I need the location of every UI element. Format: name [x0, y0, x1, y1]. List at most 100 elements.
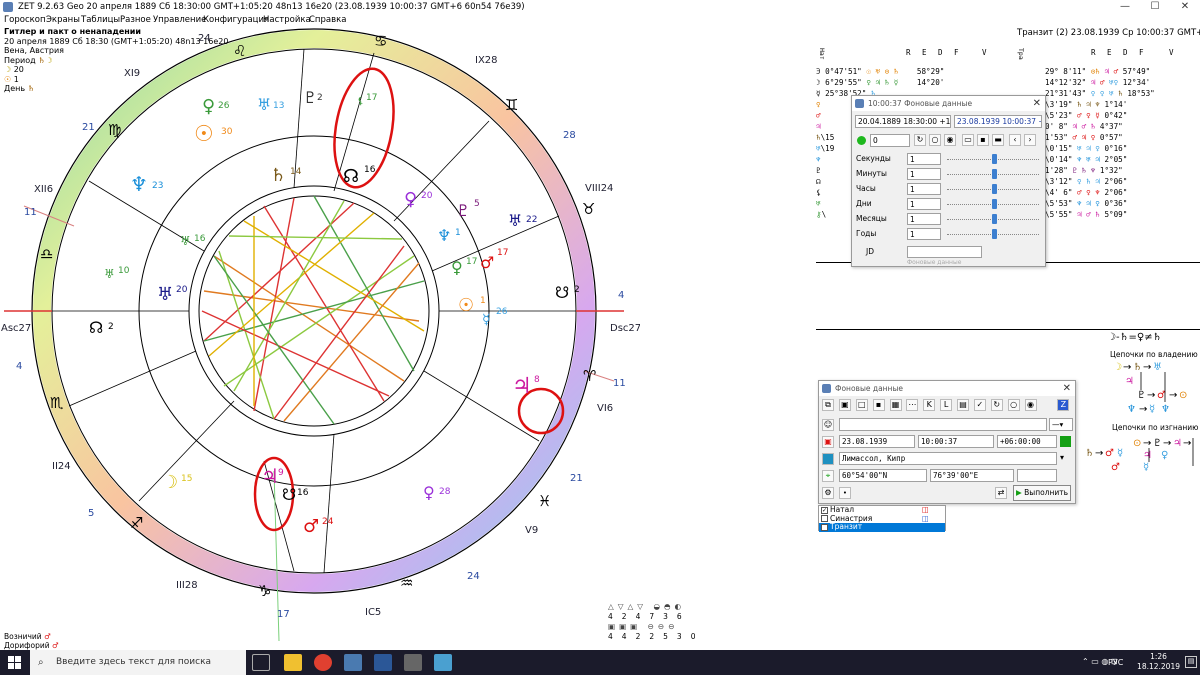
settings-icon[interactable]: ⚙ [822, 487, 834, 499]
k-icon[interactable]: K [923, 399, 936, 411]
table-row[interactable]: \4' 6" ♂ ♀ ♆ 2°06" [1045, 187, 1200, 198]
menu-horoscope[interactable]: Гороскоп [4, 14, 46, 27]
table-row[interactable]: \3'12" ♀ ♄ ♃ 2°06" [1045, 176, 1200, 187]
swap-icon[interactable]: ⇄ [995, 487, 1007, 499]
slider-thumb[interactable] [992, 184, 997, 194]
checkbox[interactable]: ✓ [821, 506, 828, 514]
time-window-titlebar[interactable]: 10:00:37 Фоновые данные ✕ [852, 96, 1045, 111]
radio-icon[interactable]: ◉ [1024, 399, 1037, 411]
dotted-icon[interactable]: ⋯ [906, 399, 919, 411]
extra-field[interactable] [1017, 469, 1057, 482]
close-button[interactable]: ✕ [1170, 0, 1200, 14]
menu-help[interactable]: Справка [309, 14, 346, 27]
latitude-field[interactable]: 60°54'00"N [839, 469, 927, 482]
person-icon[interactable]: ☺ [822, 419, 834, 431]
next-icon[interactable]: › [1024, 134, 1036, 146]
word-icon[interactable] [374, 654, 392, 671]
table-row[interactable]: 1'53" ♂ ♃ ♀ 0°57" [1045, 132, 1200, 143]
taskbar-search-input[interactable]: ⌕ Введите здесь текст для поиска [30, 650, 246, 675]
table-row[interactable]: 29° 8'11" ⊙♄ ♃ ♂ 57°49" [1045, 66, 1200, 77]
menu-screens[interactable]: Экраны [46, 14, 80, 27]
years-field[interactable]: 1 [907, 228, 941, 240]
table-row[interactable]: \5'23" ♂ ♀ ☿ 0°42" [1045, 110, 1200, 121]
table-row[interactable]: \0'15" ♅ ♃ ♀ 0°16" [1045, 143, 1200, 154]
prev-icon[interactable]: ‹ [1009, 134, 1021, 146]
background-data-window[interactable]: Фоновые данные ✕ ⧉ ▣ □ ▪ ▦ ⋯ K L ▤ ✓ ↻ ○… [818, 380, 1076, 504]
place-field[interactable]: Лимассол, Кипр [839, 452, 1057, 465]
bg-window-titlebar[interactable]: Фоновые данные ✕ [819, 381, 1075, 396]
task-view-icon[interactable] [252, 654, 270, 671]
dot-button[interactable]: • [839, 487, 851, 499]
date-icon[interactable]: ▣ [822, 436, 834, 448]
list-item-transit[interactable]: ✓ Транзит [819, 522, 945, 532]
map-icon[interactable] [822, 453, 834, 465]
new-icon[interactable]: □ [855, 399, 868, 411]
clock[interactable]: 1:26 18.12.2019 [1137, 652, 1180, 672]
counter-field[interactable]: 0 [870, 134, 910, 147]
calculator-icon[interactable] [404, 654, 422, 671]
windows-start-icon[interactable] [8, 656, 21, 669]
table-row[interactable]: ☽ 6°29'55" ♀ ♃ ♄ ☿ 14°20' [816, 77, 1011, 88]
menu-control[interactable]: Управление [153, 14, 206, 27]
notification-icon[interactable]: ▤ [1185, 656, 1197, 668]
menu-tables[interactable]: Таблицы [81, 14, 120, 27]
maximize-button[interactable]: ☐ [1140, 0, 1170, 14]
horoscope-wheel[interactable]: ♌♋♊ ♉♈♓ ♒♑♐ ♏♎♍ 24 IX28 VIII24 VI6 V9 II… [0, 28, 640, 648]
checkbox[interactable] [821, 515, 828, 522]
table-row[interactable]: 0' 8" ♃ ♂ ♄ 4°37" [1045, 121, 1200, 132]
app-icon[interactable] [434, 654, 452, 671]
status-green-icon[interactable] [857, 136, 866, 145]
days-field[interactable]: 1 [907, 198, 941, 210]
slider-thumb[interactable] [992, 214, 997, 224]
table-row[interactable]: Э 0°47'51" ☉ ♅ ⊙ ♄ 58°29" [816, 66, 1011, 77]
transit-date-field[interactable]: 23.08.1939 10:00:37 +6 [954, 115, 1042, 128]
calendar-icon[interactable]: ▦ [889, 399, 902, 411]
table-row[interactable]: \5'55" ♃ ♂ ♄ 5°09" [1045, 209, 1200, 220]
slider-thumb[interactable] [992, 154, 997, 164]
slider-thumb[interactable] [992, 229, 997, 239]
table-row[interactable]: \5'53" ♆ ♃ ♀ 0°36" [1045, 198, 1200, 209]
refresh-icon[interactable]: ↻ [914, 134, 926, 146]
z-icon[interactable]: Z [1057, 399, 1070, 411]
hours-field[interactable]: 1 [907, 183, 941, 195]
zet-app-icon[interactable] [344, 654, 362, 671]
checkbox[interactable]: ✓ [821, 523, 828, 531]
save-icon[interactable]: ▪ [977, 134, 989, 146]
language-indicator[interactable]: РУС [1108, 658, 1123, 667]
jd-field[interactable] [907, 246, 982, 258]
minutes-field[interactable]: 1 [907, 168, 941, 180]
coords-icon[interactable]: ⌖ [822, 470, 834, 482]
name-field[interactable] [839, 418, 1047, 431]
seconds-field[interactable]: 1 [907, 153, 941, 165]
close-icon[interactable]: ✕ [1063, 381, 1071, 396]
natal-date-field[interactable]: 20.04.1889 18:30:00 +1:05:20 [855, 115, 951, 128]
circle-icon[interactable]: ○ [929, 134, 941, 146]
chevron-down-icon[interactable]: ▾ [1060, 453, 1064, 462]
refresh-icon[interactable]: ↻ [990, 399, 1003, 411]
table-row[interactable]: \3'19" ♄ ♃ ♆ 1°14' [1045, 99, 1200, 110]
months-field[interactable]: 1 [907, 213, 941, 225]
table-row[interactable]: 21°31'43" ♀ ♀ ♅ ♄ 18°53" [1045, 88, 1200, 99]
circle-icon[interactable]: ○ [1007, 399, 1020, 411]
table-row[interactable]: 14°12'32" ♃ ♂ ♅♀ 12°34' [1045, 77, 1200, 88]
check-icon[interactable]: ✓ [973, 399, 986, 411]
slider-thumb[interactable] [992, 199, 997, 209]
file-explorer-icon[interactable] [284, 654, 302, 671]
copy-icon[interactable]: ⧉ [822, 399, 834, 411]
run-button[interactable]: ▶ Выполнить [1013, 485, 1071, 501]
grid-icon[interactable]: ▤ [957, 399, 969, 411]
chart-type-list[interactable]: ✓ Натал ◫ Синастрия ◫ ✓ Транзит [818, 505, 946, 532]
close-icon[interactable]: ✕ [1033, 96, 1041, 111]
table-row[interactable]: 1'28" ♇ ♄ ♆ 1°32" [1045, 165, 1200, 176]
timezone-field[interactable]: +06:00:00 [997, 435, 1057, 448]
save-icon[interactable]: ▪ [872, 399, 885, 411]
dash-select[interactable]: —▾ [1049, 418, 1073, 431]
window-icon[interactable]: ▭ [962, 134, 974, 146]
disk-icon[interactable]: ▬ [992, 134, 1004, 146]
disk-icon[interactable]: ▣ [838, 399, 851, 411]
timezone-ok-icon[interactable] [1060, 436, 1071, 447]
l-icon[interactable]: L [940, 399, 953, 411]
chrome-icon[interactable] [314, 654, 332, 671]
longitude-field[interactable]: 76°39'00"E [930, 469, 1014, 482]
minimize-button[interactable]: — [1110, 0, 1140, 14]
